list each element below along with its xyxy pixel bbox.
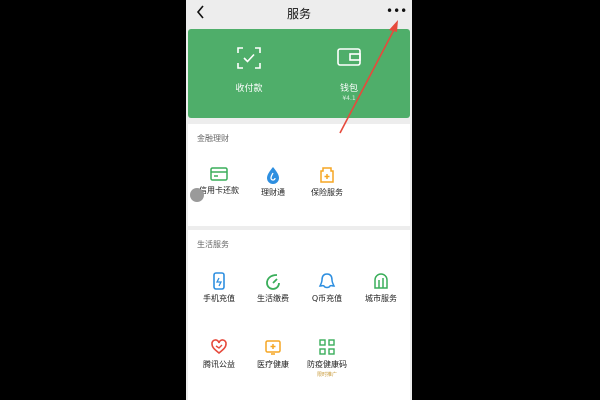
medical-health-button[interactable]: 医疗健康 <box>245 338 301 370</box>
promo-tag: 限时推广 <box>316 372 337 378</box>
pay-receive-button[interactable]: 收付款 <box>209 47 289 94</box>
tencent-charity-button[interactable]: 腾讯公益 <box>191 338 247 370</box>
medical-icon <box>265 340 281 355</box>
wallet-balance: ¥4.1 <box>342 95 356 102</box>
tencent-charity-label: 腾讯公益 <box>203 360 235 369</box>
services-screen: 服务 ••• 收付款 钱包 ¥4.1 金融理财 信用卡还款 理财通 保险服务 生… <box>186 0 412 400</box>
finance-section-title: 金融理财 <box>197 134 229 143</box>
heart-icon <box>211 339 227 355</box>
wallet-button[interactable]: 钱包 ¥4.1 <box>309 47 389 102</box>
insurance-label: 保险服务 <box>311 188 343 197</box>
utility-payment-button[interactable]: 生活缴费 <box>245 272 301 304</box>
floating-assist-dot[interactable] <box>190 188 204 202</box>
city-services-label: 城市服务 <box>365 294 397 303</box>
licaitong-label: 理财通 <box>261 188 285 197</box>
top-bar: 服务 ••• <box>186 0 412 26</box>
utility-payment-label: 生活缴费 <box>257 294 289 303</box>
wallet-icon <box>337 48 361 66</box>
finance-section: 金融理财 信用卡还款 理财通 保险服务 <box>188 124 410 226</box>
insurance-icon <box>320 167 334 183</box>
q-coin-recharge-label: Q币充值 <box>311 294 343 303</box>
licaitong-button[interactable]: 理财通 <box>245 166 301 198</box>
health-code-button[interactable]: 防疫健康码 限时推广 <box>299 338 355 378</box>
life-services-section: 生活服务 手机充值 生活缴费 Q币充值 城市服务 腾讯公益 医疗健康 防疫健康码… <box>188 230 410 400</box>
qr-code-icon <box>319 339 335 355</box>
medical-health-label: 医疗健康 <box>257 360 289 369</box>
city-icon <box>374 273 388 289</box>
pay-receive-label: 收付款 <box>235 84 263 94</box>
more-options-button[interactable]: ••• <box>386 2 407 22</box>
page-title: 服务 <box>286 7 311 21</box>
water-drop-icon <box>267 167 279 184</box>
credit-card-icon <box>210 167 228 181</box>
phone-recharge-label: 手机充值 <box>203 294 235 303</box>
q-coin-recharge-button[interactable]: Q币充值 <box>299 272 355 304</box>
life-section-title: 生活服务 <box>197 240 229 249</box>
wallet-label: 钱包 <box>339 84 358 94</box>
city-services-button[interactable]: 城市服务 <box>353 272 409 304</box>
phone-recharge-button[interactable]: 手机充值 <box>191 272 247 304</box>
wallet-card: 收付款 钱包 ¥4.1 <box>188 29 410 118</box>
qr-scan-icon <box>237 47 261 69</box>
phone-icon <box>213 272 225 290</box>
leaf-icon <box>266 274 280 290</box>
insurance-button[interactable]: 保险服务 <box>299 166 355 198</box>
health-code-label: 防疫健康码 <box>307 360 347 369</box>
qq-icon <box>318 273 336 289</box>
